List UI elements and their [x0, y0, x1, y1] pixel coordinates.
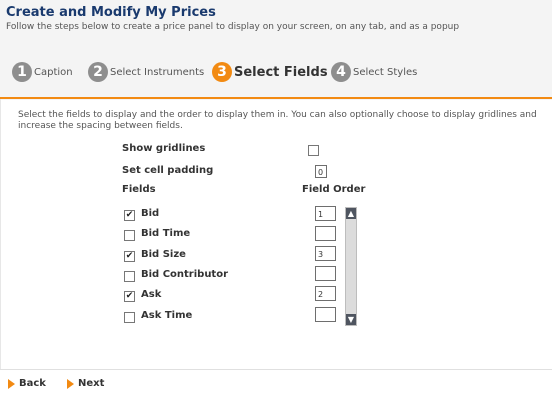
footer-divider — [0, 369, 552, 370]
next-button[interactable]: Next — [67, 378, 104, 389]
scroll-up-icon[interactable]: ▲ — [346, 208, 356, 219]
step-number-icon: 1 — [12, 62, 32, 82]
fields-header: Fields — [122, 184, 156, 195]
step-caption[interactable]: 1 Caption — [12, 61, 73, 83]
content-border — [0, 99, 1, 369]
step-number-icon: 3 — [212, 62, 232, 82]
step-description: Select the fields to display and the ord… — [18, 110, 537, 131]
back-button[interactable]: Back — [8, 378, 46, 389]
cell-padding-label: Set cell padding — [122, 165, 214, 176]
field-order-input-bid-size[interactable]: 3 — [315, 246, 336, 261]
field-order-input-bid-time[interactable] — [315, 226, 336, 241]
back-label: Back — [19, 378, 46, 389]
field-order-input-bid[interactable]: 1 — [315, 206, 336, 221]
field-checkbox-bid-size[interactable]: ✔ — [124, 251, 135, 262]
field-checkbox-bid-time[interactable] — [124, 230, 135, 241]
next-label: Next — [78, 378, 105, 389]
field-checkbox-bid[interactable]: ✔ — [124, 210, 135, 221]
field-order-input-bid-contributor[interactable] — [315, 266, 336, 281]
step-select-instruments[interactable]: 2 Select Instruments — [88, 61, 204, 83]
field-list-scrollbar[interactable] — [345, 207, 357, 326]
field-label: Bid Contributor — [141, 269, 229, 280]
step-label: Select Instruments — [110, 66, 205, 78]
back-arrow-icon — [8, 378, 15, 389]
field-checkbox-ask[interactable]: ✔ — [124, 291, 135, 302]
field-order-input-ask[interactable]: 2 — [315, 286, 336, 301]
step-number-icon: 2 — [88, 62, 108, 82]
gridlines-label: Show gridlines — [122, 143, 206, 154]
field-label: Bid Size — [141, 249, 186, 260]
page-intro: Follow the steps below to create a price… — [6, 22, 460, 32]
field-label: Bid Time — [141, 228, 191, 239]
header-divider — [0, 97, 552, 99]
step-select-fields[interactable]: 3 Select Fields — [212, 61, 328, 83]
step-select-styles[interactable]: 4 Select Styles — [331, 61, 417, 83]
next-arrow-icon — [67, 378, 74, 389]
field-checkbox-ask-time[interactable] — [124, 312, 135, 323]
scroll-down-icon[interactable]: ▼ — [346, 314, 356, 325]
step-number-icon: 4 — [331, 62, 351, 82]
field-order-input-ask-time[interactable] — [315, 307, 336, 322]
field-checkbox-bid-contributor[interactable] — [124, 271, 135, 282]
field-label: Ask — [141, 289, 162, 300]
page-title: Create and Modify My Prices — [6, 5, 216, 20]
step-label: Select Styles — [353, 66, 418, 78]
step-label: Caption — [34, 66, 73, 78]
cell-padding-input[interactable]: 0 — [315, 165, 327, 178]
field-label: Bid — [141, 208, 160, 219]
field-order-header: Field Order — [302, 184, 366, 195]
field-label: Ask Time — [141, 310, 193, 321]
step-label: Select Fields — [234, 64, 328, 80]
gridlines-checkbox[interactable] — [308, 145, 319, 156]
